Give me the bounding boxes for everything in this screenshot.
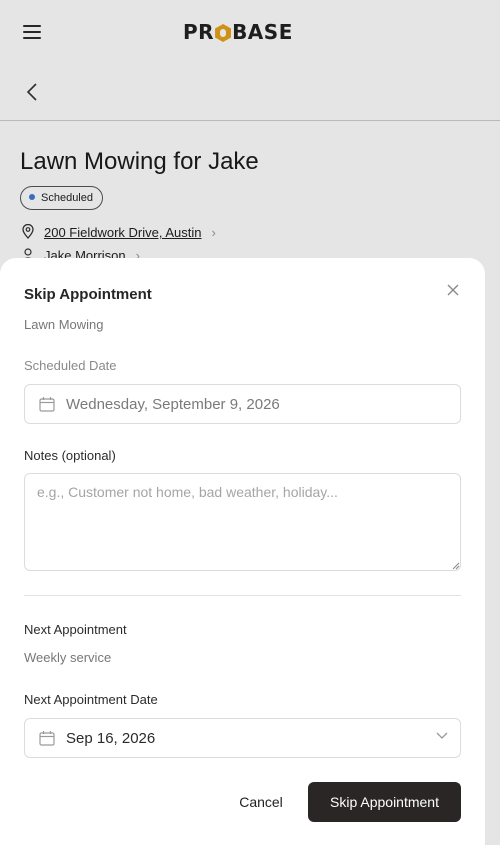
- next-date-select[interactable]: Sep 16, 2026: [24, 718, 461, 758]
- modal-title: Skip Appointment: [24, 286, 152, 303]
- divider: [24, 595, 461, 596]
- modal-subtitle: Lawn Mowing: [24, 317, 104, 332]
- skip-appointment-modal: Skip Appointment Lawn Mowing Scheduled D…: [0, 258, 485, 845]
- resize-grip-icon[interactable]: [452, 562, 460, 570]
- cancel-button[interactable]: Cancel: [228, 782, 294, 822]
- scheduled-date-value: Wednesday, September 9, 2026: [66, 396, 280, 413]
- next-appointment-subtitle: Weekly service: [24, 650, 112, 665]
- next-date-value: Sep 16, 2026: [66, 730, 156, 747]
- calendar-icon: [39, 397, 55, 412]
- chevron-down-icon: [436, 732, 448, 739]
- close-icon[interactable]: [445, 282, 461, 298]
- calendar-icon: [39, 731, 55, 746]
- scheduled-date-field: Wednesday, September 9, 2026: [24, 384, 461, 424]
- notes-label: Notes (optional): [24, 448, 116, 463]
- notes-textarea[interactable]: [24, 473, 461, 571]
- skip-appointment-button[interactable]: Skip Appointment: [308, 782, 461, 822]
- next-appointment-label: Next Appointment: [24, 622, 127, 637]
- next-date-label: Next Appointment Date: [24, 692, 158, 707]
- scheduled-date-label: Scheduled Date: [24, 358, 117, 373]
